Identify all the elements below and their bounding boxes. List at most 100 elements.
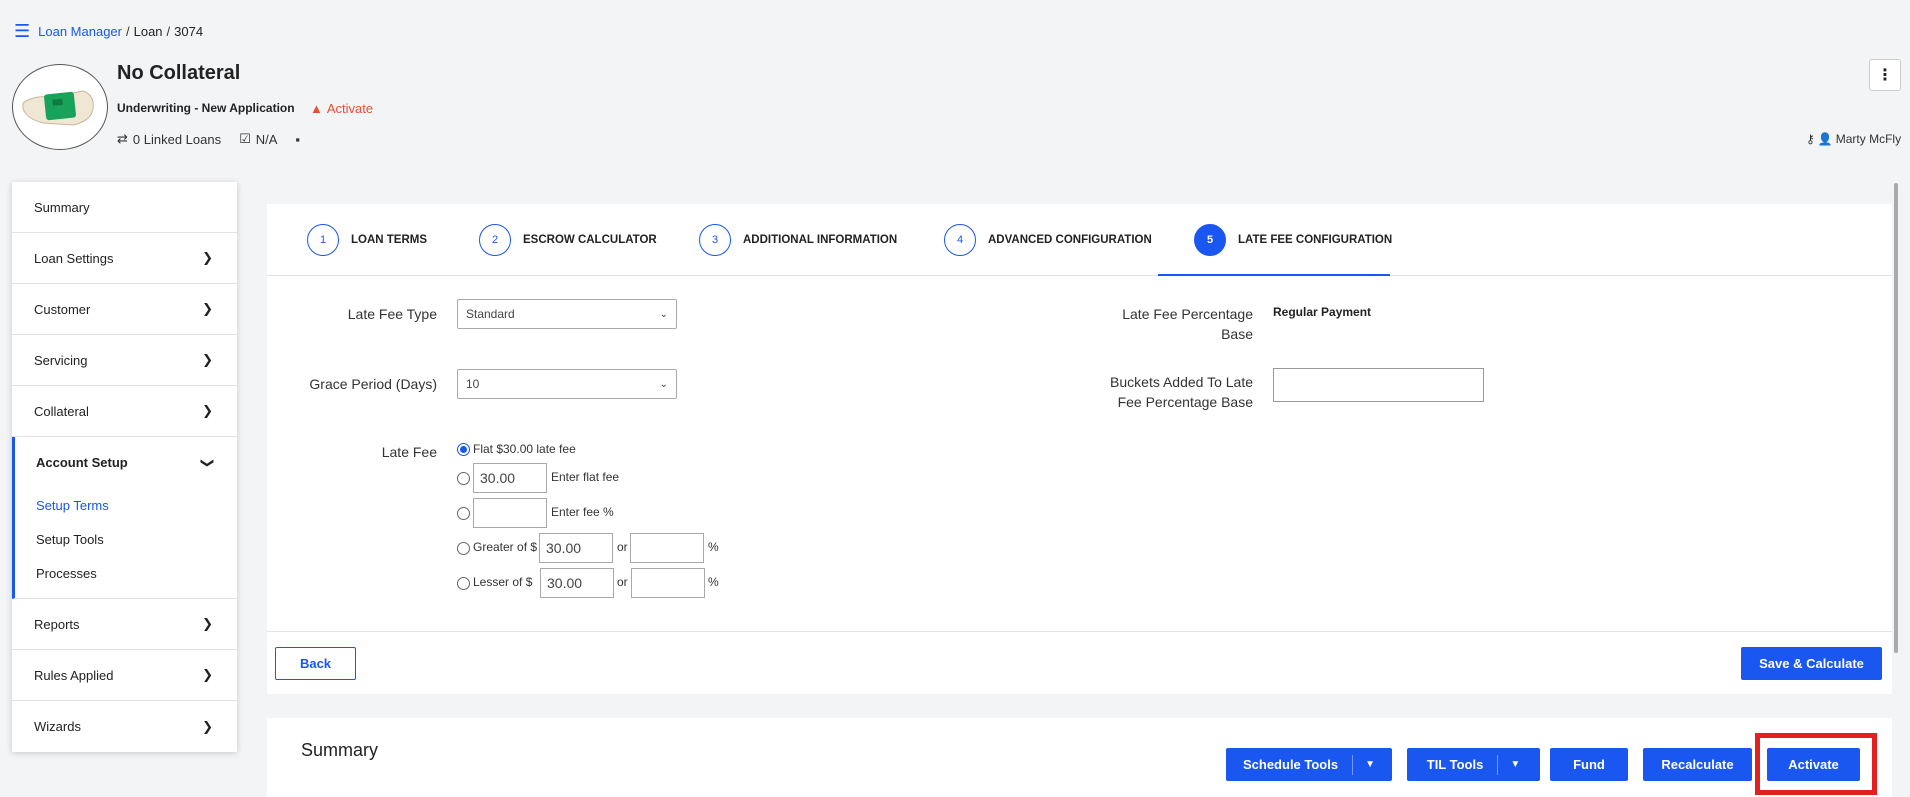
schedule-tools-button[interactable]: Schedule Tools ▼ <box>1226 748 1392 781</box>
kebab-icon: ⋮ <box>1877 67 1893 84</box>
sidebar-item-customer[interactable]: Customer ❯ <box>12 284 237 335</box>
tab-additional-information[interactable]: 3 ADDITIONAL INFORMATION <box>699 222 897 258</box>
late-fee-radio-flat-amount[interactable] <box>457 472 470 485</box>
sidebar-item-label: Summary <box>34 199 90 215</box>
percent-sign: % <box>708 540 719 554</box>
sidebar-item-label: Wizards <box>34 719 81 734</box>
activate-warning[interactable]: ▲ Activate <box>310 101 373 116</box>
sidebar-item-label: Rules Applied <box>34 667 114 683</box>
sidebar-item-wizards[interactable]: Wizards ❯ <box>12 701 237 752</box>
greater-percent-input[interactable] <box>630 533 704 563</box>
buckets-label-line2: Fee Percentage Base <box>1117 394 1253 410</box>
sidebar-item-account-setup: Account Setup ❯ Setup Terms Setup Tools … <box>12 437 237 599</box>
portfolio-icon-wrap[interactable]: ▪ <box>295 132 300 147</box>
flat-default-text: Flat $30.00 late fee <box>473 442 576 456</box>
chevron-right-icon: ❯ <box>202 403 213 418</box>
fee-percent-input[interactable] <box>473 498 547 528</box>
sidebar-item-loan-settings[interactable]: Loan Settings ❯ <box>12 233 237 284</box>
buckets-input[interactable] <box>1273 368 1484 402</box>
chevron-right-icon: ❯ <box>202 667 213 682</box>
breadcrumb-loan-manager[interactable]: Loan Manager <box>38 24 122 39</box>
assigned-user[interactable]: ⚷ 👤 Marty McFly <box>1806 132 1901 146</box>
fund-button[interactable]: Fund <box>1550 748 1628 781</box>
caret-down-icon[interactable]: ▼ <box>1352 754 1375 775</box>
til-tools-button[interactable]: TIL Tools ▼ <box>1407 748 1540 781</box>
flat-fee-input[interactable]: 30.00 <box>473 463 547 493</box>
sidebar-item-summary[interactable]: Summary <box>12 182 237 233</box>
sidebar-item-reports[interactable]: Reports ❯ <box>12 599 237 650</box>
breadcrumb-separator: / <box>125 23 130 39</box>
chevron-down-icon: ❯ <box>200 457 216 468</box>
late-fee-type-label: Late Fee Type <box>347 306 437 322</box>
pct-base-label-line1: Late Fee Percentage <box>1122 306 1253 322</box>
late-fee-type-value: Standard <box>466 307 515 321</box>
breadcrumb-loan: Loan <box>133 23 163 39</box>
late-fee-config-card: 1 LOAN TERMS 2 ESCROW CALCULATOR 3 ADDIT… <box>267 204 1892 694</box>
sidebar-subitem-processes[interactable]: Processes <box>15 556 237 590</box>
collateral-avatar <box>12 64 108 150</box>
scrollbar[interactable] <box>1894 183 1898 653</box>
til-tools-label: TIL Tools <box>1426 757 1484 772</box>
sidebar-item-account-setup-header[interactable]: Account Setup ❯ <box>15 437 237 488</box>
pct-base-label-line2: Base <box>1221 326 1253 342</box>
page-title: No Collateral <box>117 62 241 84</box>
grace-period-select[interactable]: 10 ⌄ <box>457 369 677 399</box>
tab-label: ESCROW CALCULATOR <box>523 234 657 246</box>
sidebar-item-servicing[interactable]: Servicing ❯ <box>12 335 237 386</box>
back-button[interactable]: Back <box>275 647 356 680</box>
chevron-down-icon: ⌄ <box>659 308 668 320</box>
tab-late-fee-configuration[interactable]: 5 LATE FEE CONFIGURATION <box>1194 222 1392 258</box>
activate-highlight-box <box>1755 733 1877 795</box>
tab-label: LATE FEE CONFIGURATION <box>1238 234 1393 246</box>
percent-sign: % <box>708 575 719 589</box>
late-fee-radio-percent[interactable] <box>457 507 470 520</box>
flat-fee-hint: Enter flat fee <box>551 470 620 484</box>
loan-date-value: N/A <box>255 131 278 147</box>
activate-warning-label: Activate <box>326 101 374 116</box>
summary-title: Summary <box>301 740 379 760</box>
step-number: 3 <box>699 224 731 256</box>
sidebar-item-label: Servicing <box>34 352 88 368</box>
greater-amount-input[interactable]: 30.00 <box>539 533 613 563</box>
summary-card: Summary Schedule Tools ▼ TIL Tools ▼ Fun… <box>267 718 1892 797</box>
lesser-amount-input[interactable]: 30.00 <box>540 568 614 598</box>
save-calculate-button[interactable]: Save & Calculate <box>1741 647 1882 680</box>
divider <box>267 631 1892 632</box>
more-options-button[interactable]: ⋮ <box>1869 59 1901 91</box>
building-icon: ▪ <box>295 131 301 147</box>
linked-loans[interactable]: ⇄ 0 Linked Loans <box>117 131 221 147</box>
chevron-down-icon: ⌄ <box>659 378 668 390</box>
tab-advanced-configuration[interactable]: 4 ADVANCED CONFIGURATION <box>944 222 1152 258</box>
late-fee-radio-lesser[interactable] <box>457 577 470 590</box>
loan-meta: ⇄ 0 Linked Loans ☑ N/A ▪ <box>117 131 300 147</box>
chevron-right-icon: ❯ <box>202 616 213 631</box>
sidebar-subitem-setup-tools[interactable]: Setup Tools <box>15 522 237 556</box>
caret-down-icon[interactable]: ▼ <box>1497 754 1520 775</box>
breadcrumb-loan-id: 3074 <box>174 23 204 39</box>
sidebar-subitem-setup-terms[interactable]: Setup Terms <box>15 488 237 522</box>
late-fee-radio-flat-default[interactable] <box>457 443 470 456</box>
tab-loan-terms[interactable]: 1 LOAN TERMS <box>307 222 427 258</box>
recalculate-button[interactable]: Recalculate <box>1643 748 1752 781</box>
late-fee-type-select[interactable]: Standard ⌄ <box>457 299 677 329</box>
late-fee-label: Late Fee <box>381 444 437 460</box>
menu-icon[interactable]: ☰ <box>14 22 30 40</box>
chevron-right-icon: ❯ <box>202 352 213 367</box>
tab-label: ADVANCED CONFIGURATION <box>988 234 1152 246</box>
warning-triangle-icon: ▲ <box>310 101 323 116</box>
calendar-check-icon: ☑ <box>239 131 251 146</box>
step-number: 2 <box>479 224 511 256</box>
late-fee-radio-greater[interactable] <box>457 542 470 555</box>
breadcrumb: ☰ Loan Manager / Loan / 3074 <box>14 22 203 40</box>
assigned-user-name: Marty McFly <box>1835 132 1902 146</box>
tab-label: LOAN TERMS <box>351 234 428 246</box>
active-tab-indicator <box>1158 274 1390 276</box>
sidebar-item-label: Account Setup <box>36 455 128 470</box>
sidebar-item-collateral[interactable]: Collateral ❯ <box>12 386 237 437</box>
or-text: or <box>617 540 628 554</box>
sidebar-item-rules-applied[interactable]: Rules Applied ❯ <box>12 650 237 701</box>
lesser-percent-input[interactable] <box>631 568 705 598</box>
lesser-of-text: Lesser of $ <box>473 575 533 589</box>
chevron-right-icon: ❯ <box>202 718 213 734</box>
tab-escrow-calculator[interactable]: 2 ESCROW CALCULATOR <box>479 222 657 258</box>
